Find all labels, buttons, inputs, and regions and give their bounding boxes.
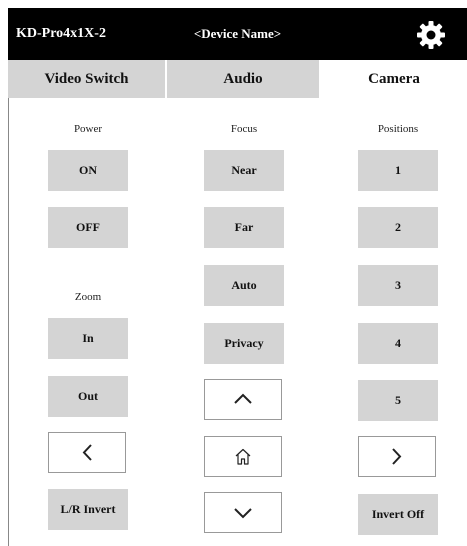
focus-near-button[interactable]: Near <box>204 150 284 191</box>
privacy-button[interactable]: Privacy <box>204 323 284 364</box>
power-on-button[interactable]: ON <box>48 150 128 191</box>
header-bar: KD-Pro4x1X-2 <Device Name> <box>8 8 467 60</box>
position-4-button[interactable]: 4 <box>358 323 438 364</box>
home-button[interactable] <box>204 436 282 477</box>
position-3-button[interactable]: 3 <box>358 265 438 306</box>
home-icon <box>235 448 251 465</box>
chevron-up-icon <box>234 393 252 404</box>
tab-video-switch[interactable]: Video Switch <box>8 60 165 98</box>
left-border <box>8 60 9 546</box>
chevron-right-icon <box>392 448 402 465</box>
tilt-down-button[interactable] <box>204 492 282 533</box>
tilt-up-button[interactable] <box>204 379 282 420</box>
zoom-in-button[interactable]: In <box>48 318 128 359</box>
position-2-button[interactable]: 2 <box>358 207 438 248</box>
gear-icon[interactable] <box>416 20 446 50</box>
lr-invert-button[interactable]: L/R Invert <box>48 489 128 530</box>
focus-label: Focus <box>230 123 258 135</box>
tab-camera[interactable]: Camera <box>321 60 467 98</box>
pan-right-button[interactable] <box>358 436 436 477</box>
chevron-down-icon <box>234 508 252 519</box>
tab-audio[interactable]: Audio <box>167 60 319 98</box>
device-name: <Device Name> <box>193 26 282 41</box>
position-5-button[interactable]: 5 <box>358 380 438 421</box>
chevron-left-icon <box>82 444 92 461</box>
zoom-out-button[interactable]: Out <box>48 376 128 417</box>
power-off-button[interactable]: OFF <box>48 207 128 248</box>
invert-off-button[interactable]: Invert Off <box>358 494 438 535</box>
pan-left-button[interactable] <box>48 432 126 473</box>
position-1-button[interactable]: 1 <box>358 150 438 191</box>
focus-auto-button[interactable]: Auto <box>204 265 284 306</box>
positions-label: Positions <box>377 123 419 135</box>
power-label: Power <box>73 123 103 135</box>
focus-far-button[interactable]: Far <box>204 207 284 248</box>
zoom-label: Zoom <box>74 291 102 303</box>
